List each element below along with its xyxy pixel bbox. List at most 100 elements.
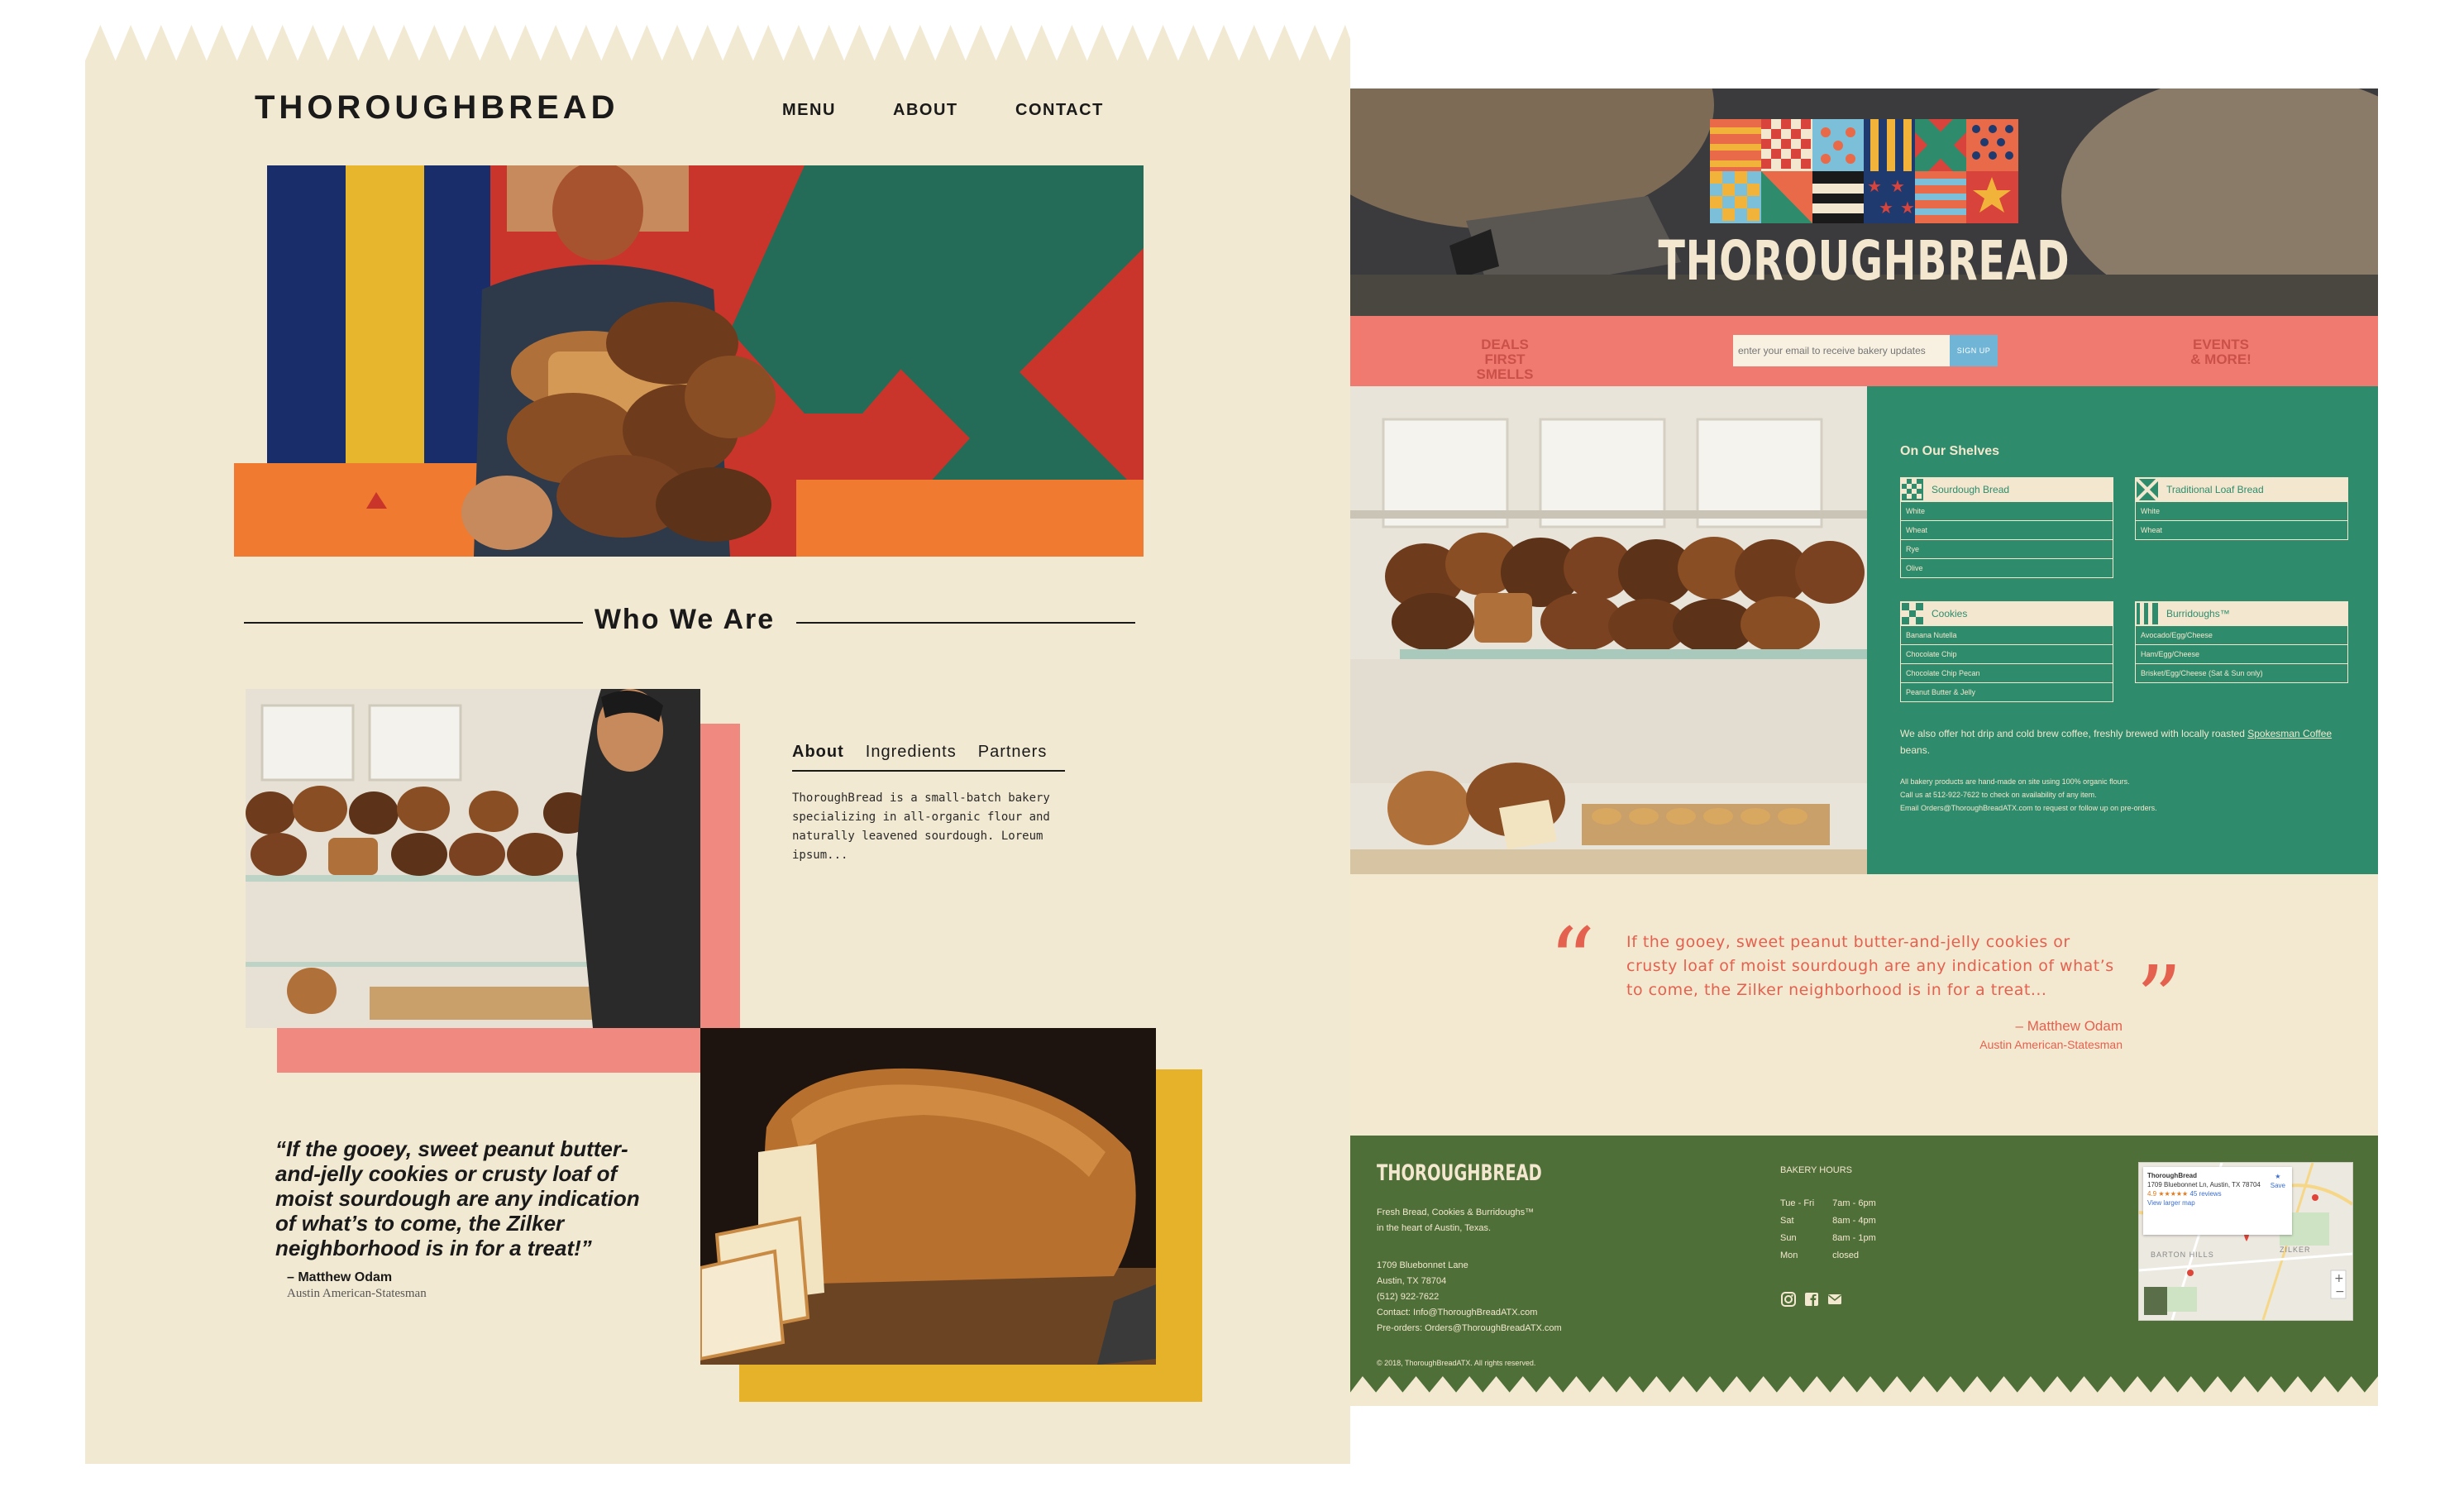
close-quote-icon: ” [2136, 946, 2183, 1052]
deals-label-line2: FIRST SMELLS [1476, 351, 1534, 382]
footer-tagline: Fresh Bread, Cookies & Burridoughs™ in t… [1377, 1205, 1534, 1236]
section-title: Who We Are [594, 604, 776, 635]
baker-shelves-photo [246, 689, 700, 1028]
testimonial-quote: If the gooey, sweet peanut butter-and-je… [1626, 933, 2114, 999]
spokesman-coffee-link[interactable]: Spokesman Coffee [2247, 728, 2332, 739]
quote-source: Austin American-Statesman [287, 1287, 427, 1300]
category-label: Burridoughs™ [2166, 608, 2230, 619]
menu-item: Rye [1900, 540, 2113, 559]
svg-text:★: ★ [1890, 176, 1905, 196]
quote-author: – Matthew Odam [2015, 1018, 2123, 1034]
about-text: ThoroughBread is a small-batch bakery sp… [792, 791, 1050, 862]
quilt-logo-icon: ★ ★★ ★ [1710, 119, 2018, 223]
contact-email[interactable]: Contact: Info@ThoroughBreadATX.com [1377, 1305, 1562, 1321]
preorder-email[interactable]: Pre-orders: Orders@ThoroughBreadATX.com [1377, 1321, 1562, 1337]
map-reviews[interactable]: 45 reviews [2189, 1190, 2221, 1198]
map-save[interactable]: ★ Save [2271, 1172, 2285, 1190]
tab-ingredients[interactable]: Ingredients [866, 743, 957, 762]
menu-item: Peanut Butter & Jelly [1900, 683, 2113, 702]
svg-text:★: ★ [1867, 176, 1882, 196]
stripes-icon [2137, 603, 2158, 624]
hours-day: Sun [1780, 1233, 1797, 1243]
quote-source: Austin American-Statesman [1979, 1038, 2123, 1051]
hours-table: Tue - Fri 7am - 6pm Sat 8am - 4pm Sun 8am -… [1780, 1195, 1894, 1265]
phone-number[interactable]: (512) 922-7622 [1377, 1289, 1562, 1305]
x-icon [2137, 479, 2158, 500]
left-site-mockup: THOROUGHBREAD MENU ABOUT CONTACT Who We … [85, 25, 1350, 1464]
fine-print-line: Call us at 512-922-7622 to check on avai… [1900, 791, 2097, 799]
hours-day: Sat [1780, 1216, 1794, 1226]
coffee-text: We also offer hot drip and cold brew cof… [1900, 728, 2248, 739]
menu-item: White [1900, 502, 2113, 521]
site-logo[interactable]: THOROUGHBREAD [255, 89, 619, 127]
email-input[interactable] [1733, 335, 1950, 366]
menu-item: Chocolate Chip Pecan [1900, 664, 2113, 683]
category-traditional-loaf[interactable]: Traditional Loaf Bread White Wheat [2135, 477, 2348, 540]
checker-icon [1902, 603, 1923, 624]
shelves-panel: On Our Shelves Sourdough Bread White Whe… [1867, 386, 2378, 874]
signup-button[interactable]: SIGN UP [1950, 335, 1998, 366]
location-map[interactable]: + − ThoroughBread 1709 Bluebonnet Ln, Au… [2138, 1162, 2353, 1321]
footer-contact: 1709 Bluebonnet Lane Austin, TX 78704 (5… [1377, 1258, 1562, 1337]
hero-banner: ★ ★ ★ ★ THOROUGHBREAD [1350, 88, 2378, 316]
address-line: 1709 Bluebonnet Lane [1377, 1260, 1468, 1270]
menu-item: Olive [1900, 559, 2113, 578]
testimonial-quote: “If the gooey, sweet peanut butter-and-j… [275, 1136, 640, 1260]
events-label: EVENTS & MORE! [2180, 337, 2262, 367]
coffee-text-end: beans. [1900, 744, 1931, 756]
events-label-line2: & MORE! [2190, 351, 2252, 367]
events-label-line1: EVENTS [2192, 337, 2250, 352]
fine-print: All bakery products are hand-made on sit… [1900, 775, 2363, 815]
hours-day: Tue - Fri [1780, 1198, 1815, 1208]
menu-item: White [2135, 502, 2348, 521]
map-label-zilker: ZILKER [2280, 1246, 2311, 1254]
tagline-line: in the heart of Austin, Texas. [1377, 1223, 1491, 1233]
social-links [1780, 1291, 1843, 1308]
map-place-name: ThoroughBread [2147, 1172, 2197, 1179]
category-label: Traditional Loaf Bread [2166, 484, 2264, 495]
category-cookies[interactable]: Cookies Banana Nutella Chocolate Chip Ch… [1900, 601, 2113, 702]
category-burridoughs[interactable]: Burridoughs™ Avocado/Egg/Cheese Ham/Egg/… [2135, 601, 2348, 683]
quote-author: – Matthew Odam [287, 1270, 393, 1284]
newsletter-bar: DEALS FIRST SMELLS SIGN UP EVENTS & MORE… [1350, 316, 2378, 386]
map-info-card: ThoroughBread 1709 Bluebonnet Ln, Austin… [2143, 1167, 2292, 1235]
coffee-note: We also offer hot drip and cold brew cof… [1900, 725, 2363, 758]
site-footer: THOROUGHBREAD Fresh Bread, Cookies & Bur… [1350, 1136, 2378, 1393]
right-site-mockup: ★★★★ THOROUGHBREAD DEALS FIRST SMELLS SI… [1350, 88, 2378, 1406]
divider-left [244, 622, 583, 624]
map-label-barton-hills: BARTON HILLS [2151, 1251, 2214, 1259]
hours-time: 8am - 1pm [1832, 1233, 1876, 1243]
menu-item: Brisket/Egg/Cheese (Sat & Sun only) [2135, 664, 2348, 683]
facebook-icon[interactable] [1803, 1291, 1820, 1308]
hours-time: 7am - 6pm [1832, 1198, 1876, 1208]
hours-title: BAKERY HOURS [1780, 1165, 1853, 1175]
category-sourdough[interactable]: Sourdough Bread White Wheat Rye Olive [1900, 477, 2113, 578]
checker-icon [1902, 479, 1923, 500]
instagram-icon[interactable] [1780, 1291, 1797, 1308]
bread-shelf-photo [1350, 386, 1867, 874]
nav-contact[interactable]: CONTACT [1015, 101, 1104, 120]
email-icon[interactable] [1827, 1291, 1843, 1308]
tab-partners[interactable]: Partners [978, 743, 1048, 762]
site-logo-wordmark[interactable]: THOROUGHBREAD [1494, 229, 2234, 293]
fine-print-line: Email Orders@ThoroughBreadATX.com to req… [1900, 804, 2157, 812]
menu-item: Chocolate Chip [1900, 645, 2113, 664]
view-larger-map-link[interactable]: View larger map [2147, 1198, 2288, 1207]
footer-logo[interactable]: THOROUGHBREAD [1377, 1160, 1542, 1186]
map-rating: 4.9 ★★★★★ [2147, 1190, 2189, 1198]
hours-time: closed [1832, 1251, 1859, 1260]
category-label: Sourdough Bread [1932, 484, 2010, 495]
hours-time: 8am - 4pm [1832, 1216, 1876, 1226]
nav-about[interactable]: ABOUT [893, 101, 958, 120]
deals-label: DEALS FIRST SMELLS [1459, 337, 1550, 382]
nav-menu[interactable]: MENU [782, 101, 836, 120]
address-line: Austin, TX 78704 [1377, 1276, 1447, 1286]
sliced-loaf-photo [700, 1028, 1156, 1365]
menu-item: Wheat [2135, 521, 2348, 540]
menu-item: Avocado/Egg/Cheese [2135, 626, 2348, 645]
map-save-label: Save [2270, 1182, 2285, 1189]
svg-text:+: + [2334, 1272, 2344, 1285]
open-quote-icon: “ [1549, 908, 1596, 1014]
tab-about[interactable]: About [792, 743, 844, 762]
map-address: 1709 Bluebonnet Ln, Austin, TX 78704 [2147, 1181, 2261, 1188]
